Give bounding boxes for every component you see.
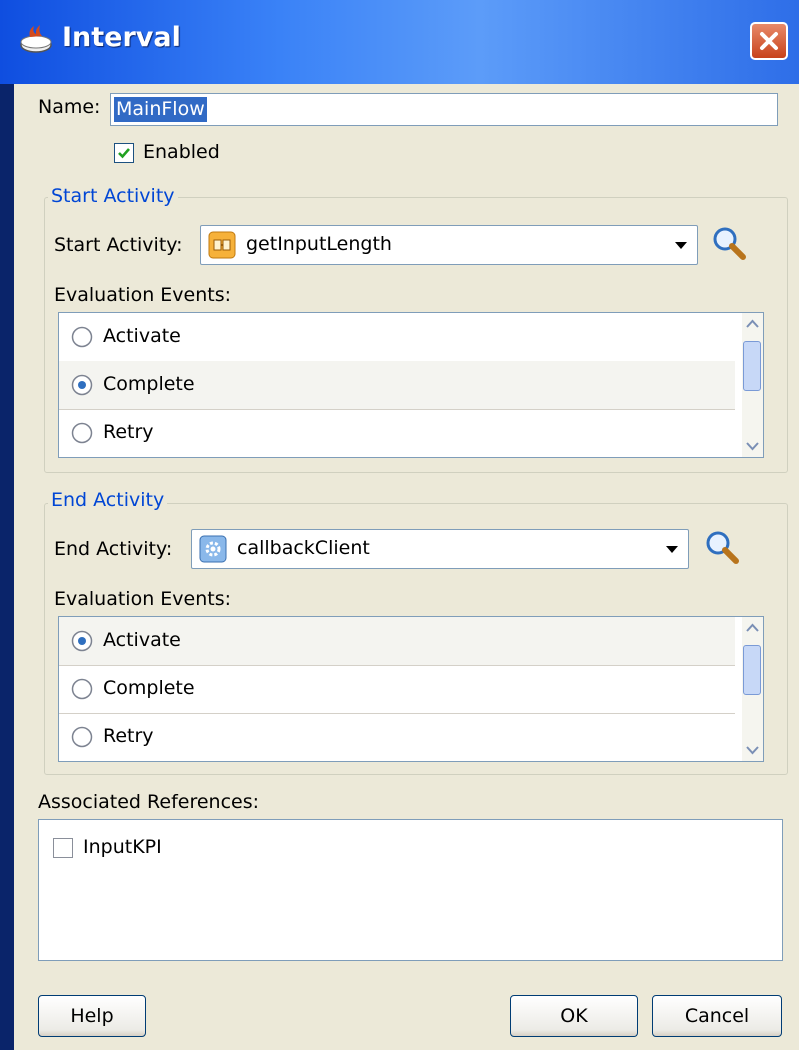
list-item-label: Activate bbox=[103, 629, 181, 651]
radio-icon bbox=[71, 678, 93, 700]
close-button[interactable] bbox=[750, 22, 788, 60]
activity-invoke-icon bbox=[208, 231, 236, 259]
list-item-label: Retry bbox=[103, 421, 154, 443]
list-item-label: Activate bbox=[103, 325, 181, 347]
search-icon[interactable] bbox=[702, 528, 742, 568]
end-activity-value: callbackClient bbox=[237, 537, 370, 559]
reference-label: InputKPI bbox=[83, 836, 162, 858]
scroll-thumb[interactable] bbox=[743, 341, 761, 391]
end-events-list: Activate Complete Retry bbox=[58, 616, 764, 762]
end-activity-combo[interactable]: callbackClient bbox=[191, 529, 689, 569]
enabled-label: Enabled bbox=[143, 141, 220, 163]
end-event-complete[interactable]: Complete bbox=[59, 665, 735, 714]
start-activity-label: Start Activity: bbox=[54, 234, 183, 256]
end-events-scrollbar[interactable] bbox=[742, 617, 763, 761]
start-event-retry[interactable]: Retry bbox=[59, 409, 735, 457]
name-input[interactable]: MainFlow bbox=[110, 93, 778, 126]
cancel-button[interactable]: Cancel bbox=[652, 995, 782, 1037]
start-activity-combo[interactable]: getInputLength bbox=[200, 225, 698, 265]
name-label: Name: bbox=[38, 96, 101, 118]
start-events-label: Evaluation Events: bbox=[54, 284, 232, 306]
check-icon bbox=[118, 148, 130, 159]
references-list: InputKPI bbox=[38, 819, 783, 961]
search-icon[interactable] bbox=[709, 224, 749, 264]
start-activity-legend: Start Activity bbox=[48, 185, 178, 207]
ok-button[interactable]: OK bbox=[510, 995, 638, 1037]
chevron-down-icon bbox=[666, 546, 678, 553]
start-events-list: Activate Complete Retry bbox=[58, 312, 764, 458]
end-event-retry[interactable]: Retry bbox=[59, 713, 735, 761]
list-item-label: Retry bbox=[103, 725, 154, 747]
dialog-window: Interval Name: MainFlow Enabled Start Ac… bbox=[0, 0, 799, 1050]
end-activity-label: End Activity: bbox=[54, 538, 173, 560]
end-activity-legend: End Activity bbox=[48, 489, 168, 511]
name-input-value: MainFlow bbox=[114, 97, 207, 122]
start-event-complete[interactable]: Complete bbox=[59, 361, 735, 410]
radio-icon bbox=[71, 422, 93, 444]
dialog-body: Name: MainFlow Enabled Start Activity St… bbox=[14, 84, 799, 1050]
radio-icon bbox=[71, 726, 93, 748]
chevron-down-icon bbox=[675, 242, 687, 249]
radio-selected-icon bbox=[71, 374, 93, 396]
scroll-thumb[interactable] bbox=[743, 645, 761, 695]
dialog-title: Interval bbox=[62, 22, 181, 53]
end-events-label: Evaluation Events: bbox=[54, 588, 232, 610]
scroll-up-icon bbox=[746, 319, 759, 328]
start-event-activate[interactable]: Activate bbox=[59, 313, 735, 362]
title-bar[interactable]: Interval bbox=[0, 0, 799, 84]
scroll-down-icon bbox=[746, 442, 759, 451]
enabled-checkbox[interactable] bbox=[114, 143, 134, 163]
radio-icon bbox=[71, 326, 93, 348]
start-activity-value: getInputLength bbox=[246, 233, 392, 255]
list-item-label: Complete bbox=[103, 677, 195, 699]
scroll-down-icon bbox=[746, 746, 759, 755]
close-icon bbox=[760, 32, 778, 50]
app-icon bbox=[20, 25, 52, 53]
references-label: Associated References: bbox=[38, 791, 260, 813]
start-events-scrollbar[interactable] bbox=[742, 313, 763, 457]
end-event-activate[interactable]: Activate bbox=[59, 617, 735, 666]
activity-gear-icon bbox=[199, 535, 227, 563]
help-button[interactable]: Help bbox=[38, 995, 146, 1037]
reference-checkbox[interactable] bbox=[53, 838, 73, 858]
radio-selected-icon bbox=[71, 630, 93, 652]
scroll-up-icon bbox=[746, 623, 759, 632]
list-item-label: Complete bbox=[103, 373, 195, 395]
